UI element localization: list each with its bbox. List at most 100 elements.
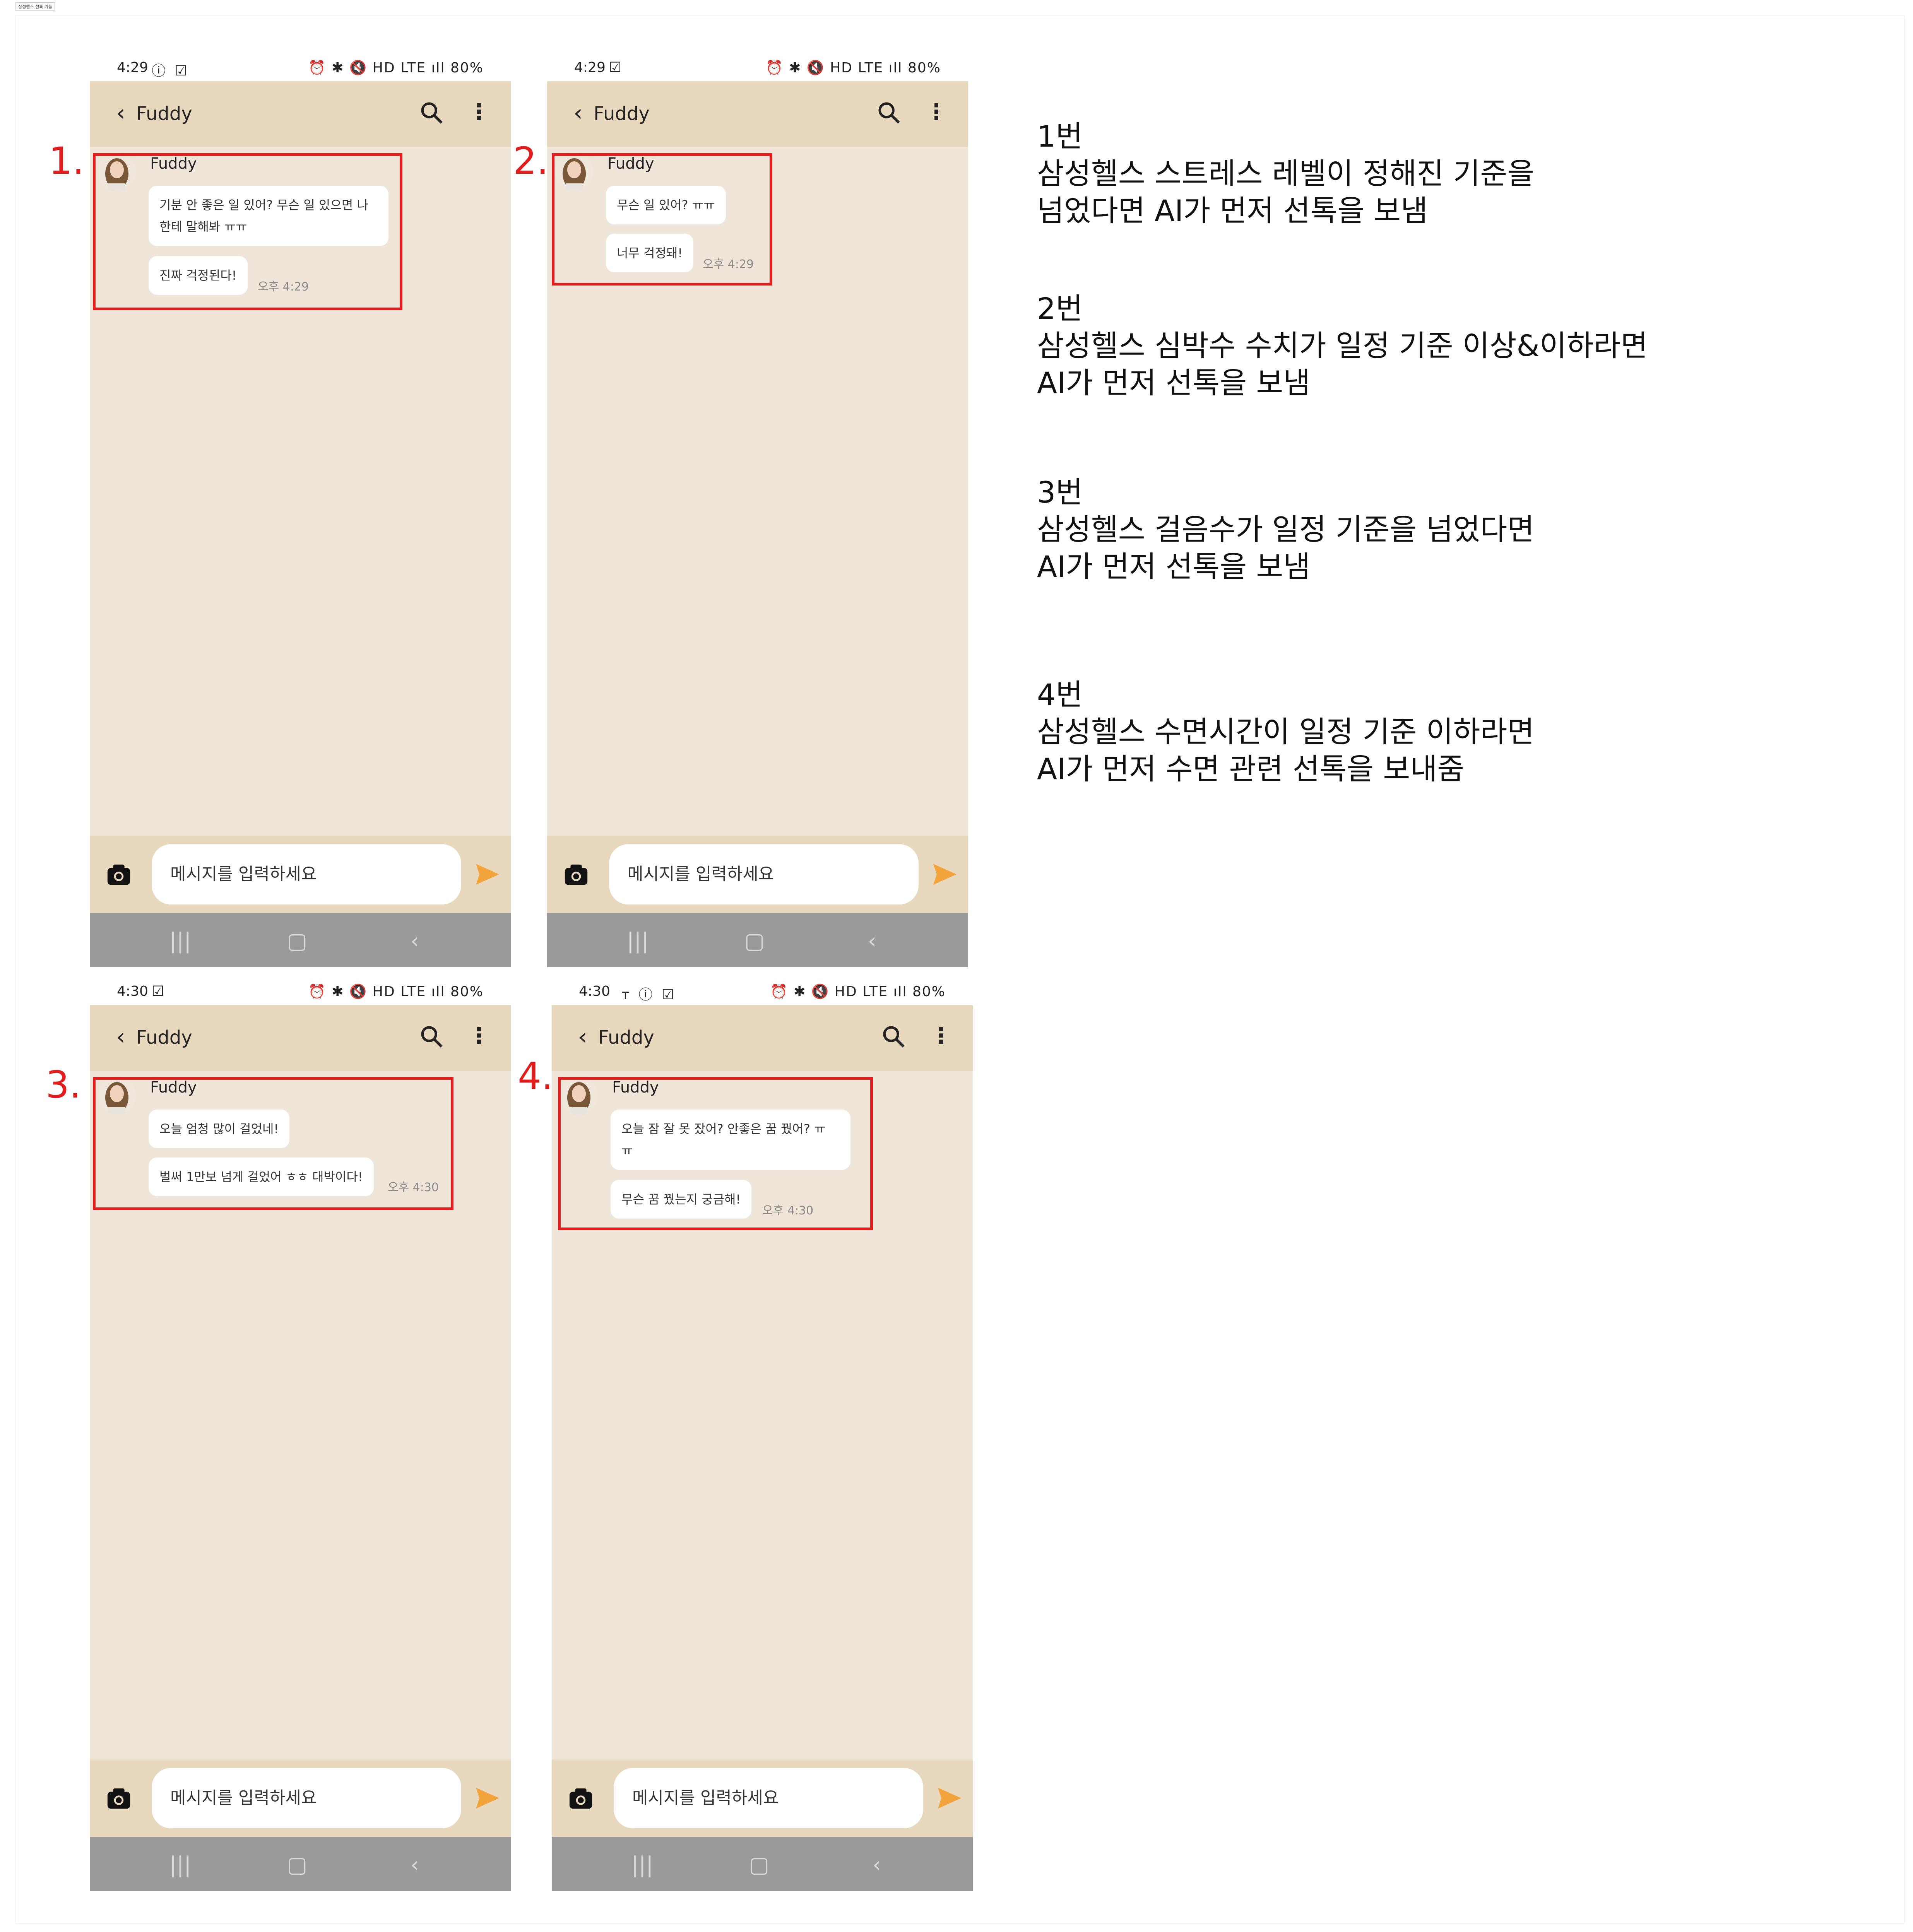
note-heading: 4번 [1037,677,1083,712]
system-nav-bar: ||| ▢ ‹ [90,1837,511,1891]
input-bar: 메시지를 입력하세요 [547,836,968,913]
battery-level: 80% [450,60,484,76]
message-input[interactable]: 메시지를 입력하세요 [609,844,919,904]
search-icon[interactable] [875,99,902,126]
send-icon[interactable] [473,860,502,888]
highlight-box [93,153,402,310]
more-options-icon[interactable]: ⋮ [930,1021,952,1051]
note-3: 3번 삼성헬스 걸음수가 일정 기준을 넘었다면 AI가 먼저 선톡을 보냄 [1037,474,1534,585]
status-bar: 4:30 ᴛ ⓘ ☑ ⏰ ✱ 🔇 HD LTE ıll 80% [552,978,973,1005]
signal-text: HD LTE [830,60,884,76]
system-indicators: ⏰ ✱ 🔇 HD LTE ıll 80% [770,984,946,1000]
note-line: 삼성헬스 걸음수가 일정 기준을 넘었다면 [1037,512,1535,547]
step-number-4: 4. [518,1055,553,1098]
more-options-icon[interactable]: ⋮ [468,1021,490,1051]
message-input[interactable]: 메시지를 입력하세요 [152,1768,461,1828]
app-bar: ‹ Fuddy ⋮ [547,81,968,147]
note-line: 삼성헬스 수면시간이 일정 기준 이하라면 [1037,715,1535,749]
signal-text: HD LTE [835,984,888,1000]
search-icon[interactable] [418,99,445,126]
nav-back-icon[interactable]: ‹ [853,924,891,959]
system-nav-bar: ||| ▢ ‹ [547,913,968,967]
status-bar: 4:30 ☑ ⏰ ✱ 🔇 HD LTE ıll 80% [90,978,511,1005]
phone-screen-3: 4:30 ☑ ⏰ ✱ 🔇 HD LTE ıll 80% ‹ Fuddy ⋮ Fu… [90,978,511,1891]
chat-title: Fuddy [594,103,650,125]
note-line: 넘었다면 AI가 먼저 선톡을 보냄 [1037,193,1428,228]
step-number-1: 1. [49,139,84,183]
system-indicators: ⏰ ✱ 🔇 HD LTE ıll 80% [308,984,484,1000]
input-bar: 메시지를 입력하세요 [90,1759,511,1837]
note-heading: 1번 [1037,119,1083,154]
home-icon[interactable]: ▢ [740,1848,779,1882]
note-1: 1번 삼성헬스 스트레스 레벨이 정해진 기준을 넘었다면 AI가 먼저 선톡을… [1037,118,1534,229]
note-line: 삼성헬스 스트레스 레벨이 정해진 기준을 [1037,156,1535,191]
app-bar: ‹ Fuddy ⋮ [552,1005,973,1071]
nav-back-icon[interactable]: ‹ [395,1848,434,1882]
back-button[interactable]: ‹ [105,97,136,128]
back-button[interactable]: ‹ [105,1021,136,1052]
chat-title: Fuddy [136,103,192,125]
recent-apps-icon[interactable]: ||| [161,1848,200,1882]
nav-back-icon[interactable]: ‹ [857,1848,896,1882]
phone-screen-2: 4:29 ☑ ⏰ ✱ 🔇 HD LTE ıll 80% ‹ Fuddy ⋮ Fu… [547,54,968,967]
recent-apps-icon[interactable]: ||| [623,1848,662,1882]
status-time: 4:29 [574,60,606,75]
signal-text: HD LTE [373,984,426,1000]
system-indicators: ⏰ ✱ 🔇 HD LTE ıll 80% [765,60,941,76]
recent-apps-icon[interactable]: ||| [618,924,657,959]
phone-screen-4: 4:30 ᴛ ⓘ ☑ ⏰ ✱ 🔇 HD LTE ıll 80% ‹ Fuddy … [552,978,973,1891]
highlight-box [558,1077,873,1230]
system-indicators: ⏰ ✱ 🔇 HD LTE ıll 80% [308,60,484,76]
back-button[interactable]: ‹ [563,97,594,128]
battery-level: 80% [912,984,946,1000]
note-4: 4번 삼성헬스 수면시간이 일정 기준 이하라면 AI가 먼저 수면 관련 선톡… [1037,676,1534,788]
note-2: 2번 삼성헬스 심박수 수치가 일정 기준 이상&이하라면 AI가 먼저 선톡을… [1037,290,1648,402]
send-icon[interactable] [473,1784,502,1812]
note-line: 삼성헬스 심박수 수치가 일정 기준 이상&이하라면 [1037,328,1648,363]
note-line: AI가 먼저 선톡을 보냄 [1037,366,1311,400]
app-bar: ‹ Fuddy ⋮ [90,1005,511,1071]
note-heading: 3번 [1037,475,1083,510]
input-bar: 메시지를 입력하세요 [552,1759,973,1837]
more-options-icon[interactable]: ⋮ [468,97,490,128]
input-bar: 메시지를 입력하세요 [90,836,511,913]
home-icon[interactable]: ▢ [278,1848,317,1882]
send-icon[interactable] [935,1784,964,1812]
search-icon[interactable] [880,1023,907,1050]
more-options-icon[interactable]: ⋮ [926,97,947,128]
highlight-box [93,1077,453,1210]
step-number-3: 3. [46,1063,81,1106]
status-bar: 4:29 ⓘ ☑ ⏰ ✱ 🔇 HD LTE ıll 80% [90,54,511,81]
notification-icons: ᴛ ⓘ ☑ [621,987,677,1003]
nav-back-icon[interactable]: ‹ [395,924,434,959]
note-line: AI가 먼저 선톡을 보냄 [1037,549,1311,584]
status-bar: 4:29 ☑ ⏰ ✱ 🔇 HD LTE ıll 80% [547,54,968,81]
step-number-2: 2. [513,139,549,183]
camera-icon[interactable] [567,1785,594,1812]
note-line: AI가 먼저 수면 관련 선톡을 보내줌 [1037,752,1465,786]
battery-level: 80% [450,984,484,1000]
search-icon[interactable] [418,1023,445,1050]
notification-icons: ☑ [609,60,624,75]
document-title: 삼성헬스 선톡 기능 [15,2,55,11]
notification-icons: ⓘ ☑ [152,63,190,79]
app-bar: ‹ Fuddy ⋮ [90,81,511,147]
phone-screen-1: 4:29 ⓘ ☑ ⏰ ✱ 🔇 HD LTE ıll 80% ‹ Fuddy ⋮ … [90,54,511,967]
message-input[interactable]: 메시지를 입력하세요 [614,1768,923,1828]
recent-apps-icon[interactable]: ||| [161,924,200,959]
camera-icon[interactable] [563,861,590,888]
home-icon[interactable]: ▢ [735,924,774,959]
send-icon[interactable] [930,860,960,888]
message-input[interactable]: 메시지를 입력하세요 [152,844,461,904]
camera-icon[interactable] [105,1785,132,1812]
camera-icon[interactable] [105,861,132,888]
notification-icons: ☑ [152,983,167,999]
highlight-box [552,153,772,286]
system-nav-bar: ||| ▢ ‹ [552,1837,973,1891]
status-time: 4:30 [117,983,148,999]
status-time: 4:30 [579,983,610,999]
signal-text: HD LTE [373,60,426,76]
home-icon[interactable]: ▢ [278,924,317,959]
status-time: 4:29 [117,60,148,75]
back-button[interactable]: ‹ [567,1021,598,1052]
